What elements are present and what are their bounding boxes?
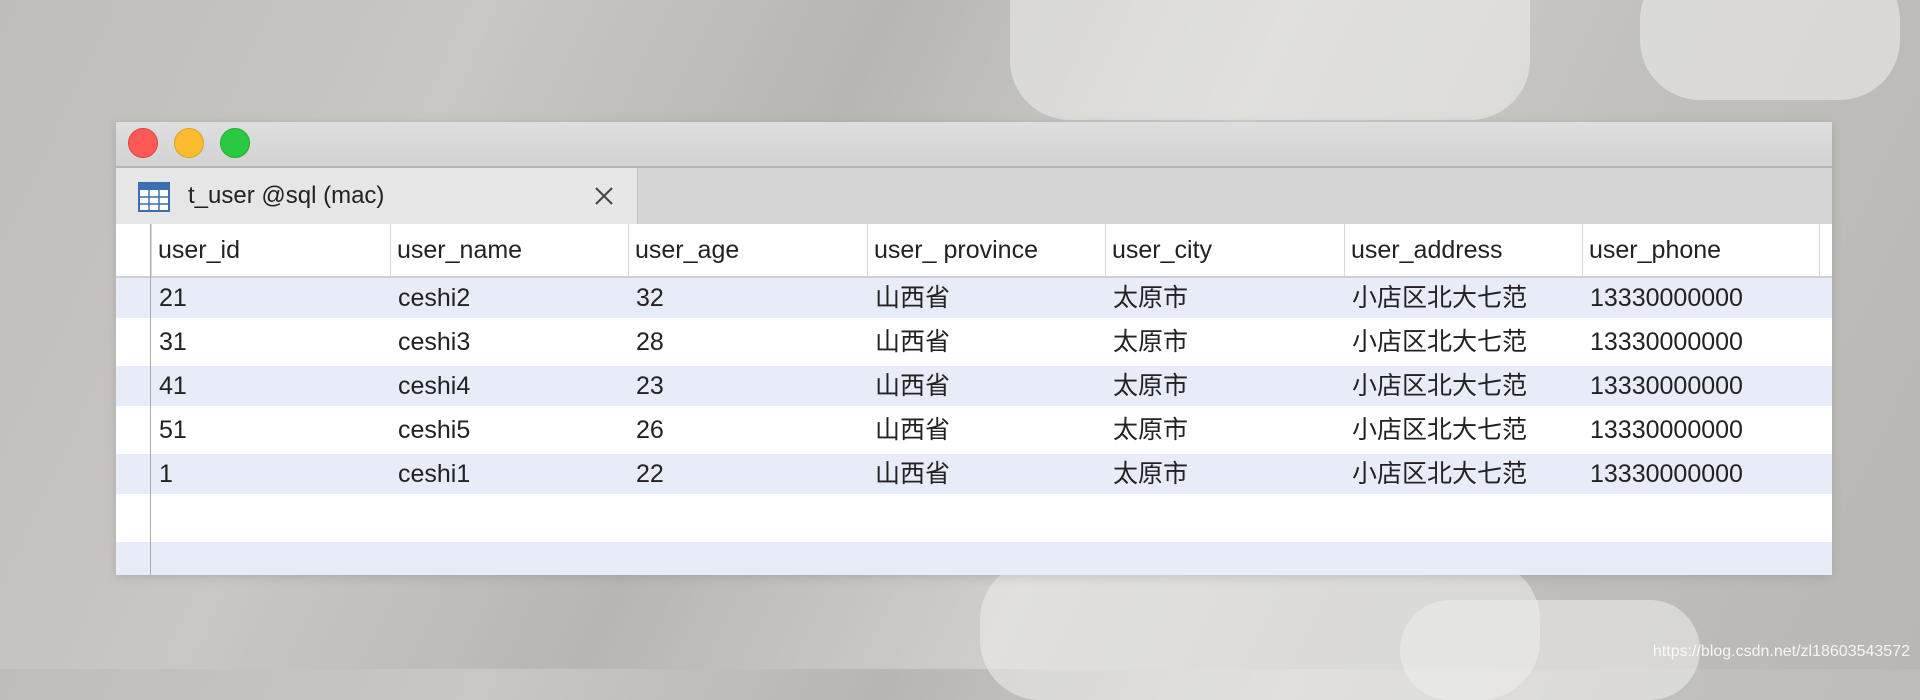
column-header-user-address[interactable]: user_address <box>1344 224 1582 276</box>
cell-user-address[interactable]: 小店区北大七范 <box>1344 322 1582 362</box>
cell-user-phone[interactable]: 13330000000 <box>1582 366 1820 406</box>
window-minimize-button[interactable] <box>174 128 204 158</box>
cell-user-province[interactable]: 山西省 <box>867 410 1105 450</box>
cell-user-name[interactable]: ceshi2 <box>390 278 628 318</box>
column-header-user-city[interactable]: user_city <box>1105 224 1344 276</box>
cell-user-name[interactable]: ceshi5 <box>390 410 628 450</box>
app-window: t_user @sql (mac) user_id user_name user… <box>116 122 1832 575</box>
cell-user-age[interactable]: 22 <box>628 454 867 494</box>
cell-user-id[interactable]: 51 <box>151 410 390 450</box>
cell-user-address[interactable]: 小店区北大七范 <box>1344 410 1582 450</box>
background-shape <box>1010 0 1530 120</box>
column-header-user-province[interactable]: user_ province <box>867 224 1105 276</box>
cell-user-city[interactable]: 太原市 <box>1105 366 1344 406</box>
table-header: user_id user_name user_age user_ provinc… <box>116 224 1832 278</box>
column-header-user-phone[interactable]: user_phone <box>1582 224 1820 276</box>
cell-user-address[interactable]: 小店区北大七范 <box>1344 454 1582 494</box>
column-header-user-id[interactable]: user_id <box>151 224 390 276</box>
cell-user-address[interactable]: 小店区北大七范 <box>1344 366 1582 406</box>
table-row[interactable]: 41 ceshi4 23 山西省 太原市 小店区北大七范 13330000000 <box>116 366 1832 406</box>
cell-user-address[interactable]: 小店区北大七范 <box>1344 278 1582 318</box>
cell-user-province[interactable]: 山西省 <box>867 322 1105 362</box>
tab-title: t_user @sql (mac) <box>188 182 385 209</box>
table-row[interactable]: 1 ceshi1 22 山西省 太原市 小店区北大七范 13330000000 <box>116 454 1832 494</box>
watermark-text: https://blog.csdn.net/zl18603543572 <box>1652 643 1910 660</box>
table-row[interactable]: 51 ceshi5 26 山西省 太原市 小店区北大七范 13330000000 <box>116 410 1832 450</box>
window-close-button[interactable] <box>128 128 158 158</box>
cell-user-city[interactable]: 太原市 <box>1105 278 1344 318</box>
cell-user-name[interactable]: ceshi1 <box>390 454 628 494</box>
background-shape <box>1640 0 1900 100</box>
cell-user-city[interactable]: 太原市 <box>1105 410 1344 450</box>
cell-user-province[interactable]: 山西省 <box>867 366 1105 406</box>
cell-user-phone[interactable]: 13330000000 <box>1582 278 1820 318</box>
cell-user-id[interactable]: 31 <box>151 322 390 362</box>
table-icon <box>138 182 170 212</box>
cell-user-id[interactable]: 1 <box>151 454 390 494</box>
cell-user-name[interactable]: ceshi3 <box>390 322 628 362</box>
cell-user-phone[interactable]: 13330000000 <box>1582 454 1820 494</box>
column-header-user-age[interactable]: user_age <box>628 224 867 276</box>
close-icon[interactable] <box>590 182 618 210</box>
cell-user-city[interactable]: 太原市 <box>1105 322 1344 362</box>
title-bar <box>116 122 1832 168</box>
cell-user-id[interactable]: 21 <box>151 278 390 318</box>
cell-user-id[interactable]: 41 <box>151 366 390 406</box>
cell-user-age[interactable]: 23 <box>628 366 867 406</box>
table-row[interactable]: 21 ceshi2 32 山西省 太原市 小店区北大七范 13330000000 <box>116 278 1832 318</box>
data-grid: user_id user_name user_age user_ provinc… <box>116 224 1832 575</box>
cell-user-province[interactable]: 山西省 <box>867 454 1105 494</box>
cell-user-age[interactable]: 28 <box>628 322 867 362</box>
cell-user-name[interactable]: ceshi4 <box>390 366 628 406</box>
cell-user-age[interactable]: 32 <box>628 278 867 318</box>
window-maximize-button[interactable] <box>220 128 250 158</box>
cell-user-phone[interactable]: 13330000000 <box>1582 410 1820 450</box>
cell-user-phone[interactable]: 13330000000 <box>1582 322 1820 362</box>
empty-row <box>116 542 1832 575</box>
cell-user-province[interactable]: 山西省 <box>867 278 1105 318</box>
tab-bar: t_user @sql (mac) <box>116 168 1832 224</box>
cell-user-age[interactable]: 26 <box>628 410 867 450</box>
empty-row <box>116 498 1832 538</box>
row-gutter-divider <box>150 224 151 575</box>
table-row[interactable]: 31 ceshi3 28 山西省 太原市 小店区北大七范 13330000000 <box>116 322 1832 362</box>
column-header-user-name[interactable]: user_name <box>390 224 628 276</box>
cell-user-city[interactable]: 太原市 <box>1105 454 1344 494</box>
tab-t-user[interactable]: t_user @sql (mac) <box>116 168 638 224</box>
